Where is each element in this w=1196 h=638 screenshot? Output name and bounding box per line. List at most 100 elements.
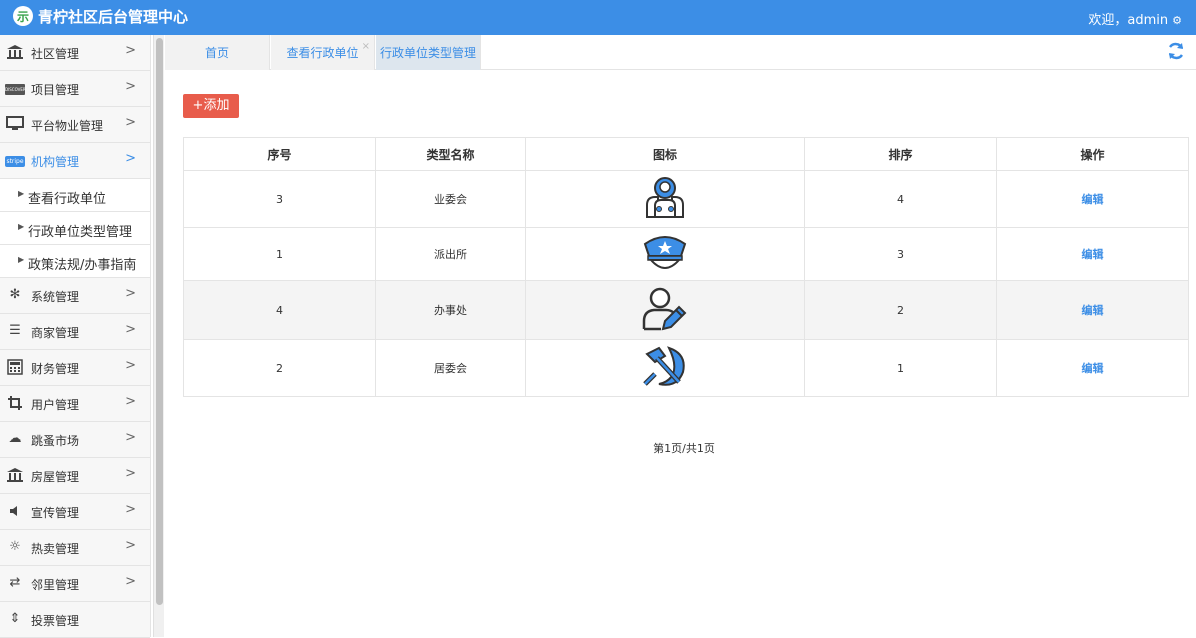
cell-order: 3 — [804, 227, 997, 281]
sidebar-item-label: 商家管理 — [31, 326, 80, 340]
sidebar-item-housing[interactable]: 房屋管理 > — [0, 458, 150, 494]
cell-id: 4 — [183, 280, 376, 340]
sidebar-item-label: 用户管理 — [31, 398, 80, 412]
chevron-right-icon: > — [125, 430, 136, 445]
cell-icon — [525, 227, 805, 281]
retweet-icon: ⇄ — [9, 575, 21, 590]
sidebar-item-finance[interactable]: 财务管理 > — [0, 350, 150, 386]
chevron-right-icon: > — [125, 151, 136, 166]
close-icon[interactable]: × — [362, 29, 370, 65]
tab-view-admin-units[interactable]: 查看行政单位 × — [271, 35, 375, 70]
sidebar-subitem-label: 查看行政单位 — [28, 192, 107, 207]
top-bar: 示 青柠社区后台管理中心 欢迎，admin ⚙ — [0, 0, 1196, 35]
add-button[interactable]: +添加 — [183, 94, 239, 118]
welcome-text: 欢迎，admin — [1088, 13, 1169, 28]
chevron-right-icon: > — [125, 115, 136, 130]
sidebar: 社区管理 > DISCOVER 项目管理 > 平台物业管理 > stripe 机… — [0, 35, 151, 638]
sidebar-item-vote[interactable]: ⇕ 投票管理 — [0, 602, 150, 638]
sidebar-scrollbar[interactable] — [153, 35, 164, 637]
cell-action: 编辑 — [996, 280, 1189, 340]
discover-card-icon: DISCOVER — [5, 80, 26, 96]
main-content: +添加 序号 类型名称 图标 排序 操作 3 业委会 4 编辑 1 派出所 3 … — [165, 71, 1196, 637]
discover-badge: DISCOVER — [5, 84, 26, 95]
sidebar-item-promotion[interactable]: 宣传管理 > — [0, 494, 150, 530]
triangle-right-icon: ▶ — [18, 255, 25, 264]
cell-icon — [525, 280, 805, 340]
sidebar-item-organization[interactable]: stripe 机构管理 > — [0, 143, 150, 179]
cell-action: 编辑 — [996, 227, 1189, 281]
yelp-icon: ✻ — [9, 287, 21, 302]
edit-link[interactable]: 编辑 — [1082, 362, 1104, 375]
chevron-right-icon: > — [125, 286, 136, 301]
cell-order: 2 — [804, 280, 997, 340]
cell-name: 办事处 — [375, 280, 526, 340]
monitor-icon — [5, 116, 25, 132]
sidebar-item-project[interactable]: DISCOVER 项目管理 > — [0, 71, 150, 107]
tab-label: 首页 — [204, 46, 229, 60]
sidebar-subitem-label: 行政单位类型管理 — [28, 225, 133, 240]
triangle-right-icon: ▶ — [18, 222, 25, 231]
cell-icon — [525, 170, 805, 228]
gear-icon[interactable]: ⚙ — [1172, 14, 1182, 27]
cell-id: 2 — [183, 339, 376, 397]
sidebar-item-neighbor[interactable]: ⇄ 邻里管理 > — [0, 566, 150, 602]
app-title: 青柠社区后台管理中心 — [38, 8, 189, 26]
tab-home[interactable]: 首页 — [165, 35, 270, 70]
sidebar-item-user[interactable]: 用户管理 > — [0, 386, 150, 422]
police-cap-icon — [642, 235, 688, 277]
sidebar-item-label: 机构管理 — [31, 155, 80, 169]
chevron-right-icon: > — [125, 574, 136, 589]
chevron-right-icon: > — [125, 358, 136, 373]
cloud-icon: ☁ — [8, 431, 22, 446]
calculator-icon — [5, 359, 25, 375]
bank-icon — [5, 467, 25, 483]
sidebar-item-label: 社区管理 — [31, 47, 80, 61]
pagination-text: 第1页/共1页 — [653, 442, 715, 455]
sidebar-item-hot-sale[interactable]: ☼ 热卖管理 > — [0, 530, 150, 566]
column-header-id: 序号 — [183, 137, 376, 171]
stripe-badge: stripe — [5, 156, 25, 167]
edit-link[interactable]: 编辑 — [1082, 248, 1104, 261]
cell-action: 编辑 — [996, 339, 1189, 397]
sidebar-item-system[interactable]: ✻ 系统管理 > — [0, 278, 150, 314]
column-header-name: 类型名称 — [375, 137, 526, 171]
chevron-right-icon: > — [125, 79, 136, 94]
sidebar-item-flea-market[interactable]: ☁ 跳蚤市场 > — [0, 422, 150, 458]
cell-order: 1 — [804, 339, 997, 397]
cell-name: 居委会 — [375, 339, 526, 397]
stripe-icon: stripe — [5, 152, 25, 168]
table-header-row: 序号 类型名称 图标 排序 操作 — [183, 137, 1189, 171]
sidebar-item-label: 邻里管理 — [31, 578, 80, 592]
cell-order: 4 — [804, 170, 997, 228]
sidebar-subitem-label: 政策法规/办事指南 — [28, 258, 137, 273]
unit-type-table: 序号 类型名称 图标 排序 操作 3 业委会 4 编辑 1 派出所 3 编辑 4… — [183, 137, 1189, 397]
welcome-user[interactable]: 欢迎，admin ⚙ — [1088, 9, 1182, 28]
tab-label: 行政单位类型管理 — [379, 46, 476, 60]
scrollbar-thumb[interactable] — [156, 38, 163, 605]
sidebar-item-label: 平台物业管理 — [31, 119, 104, 133]
bank-icon — [5, 44, 25, 60]
sidebar-item-property[interactable]: 平台物业管理 > — [0, 107, 150, 143]
sidebar-item-label: 系统管理 — [31, 290, 80, 304]
sidebar-subitem-view-admin-units[interactable]: ▶ 查看行政单位 — [0, 179, 150, 212]
list-icon: ☰ — [9, 323, 21, 338]
tab-admin-unit-types[interactable]: 行政单位类型管理 — [376, 35, 481, 70]
sidebar-item-merchant[interactable]: ☰ 商家管理 > — [0, 314, 150, 350]
sidebar-subitem-admin-unit-types[interactable]: ▶ 行政单位类型管理 — [0, 212, 150, 245]
cell-name: 业委会 — [375, 170, 526, 228]
cell-id: 3 — [183, 170, 376, 228]
edit-link[interactable]: 编辑 — [1082, 304, 1104, 317]
sidebar-item-label: 项目管理 — [31, 83, 80, 97]
sidebar-item-label: 跳蚤市场 — [31, 434, 80, 448]
edit-link[interactable]: 编辑 — [1082, 193, 1104, 206]
sidebar-item-label: 财务管理 — [31, 362, 80, 376]
chevron-right-icon: > — [125, 43, 136, 58]
sort-icon: ⇕ — [9, 611, 21, 626]
chevron-right-icon: > — [125, 502, 136, 517]
cell-id: 1 — [183, 227, 376, 281]
tab-bar: 首页 查看行政单位 × 行政单位类型管理 — [165, 35, 1196, 70]
hammer-sickle-icon — [641, 345, 689, 393]
sidebar-subitem-policy-guide[interactable]: ▶ 政策法规/办事指南 — [0, 245, 150, 278]
sidebar-item-community[interactable]: 社区管理 > — [0, 35, 150, 71]
refresh-icon[interactable] — [1166, 41, 1186, 61]
